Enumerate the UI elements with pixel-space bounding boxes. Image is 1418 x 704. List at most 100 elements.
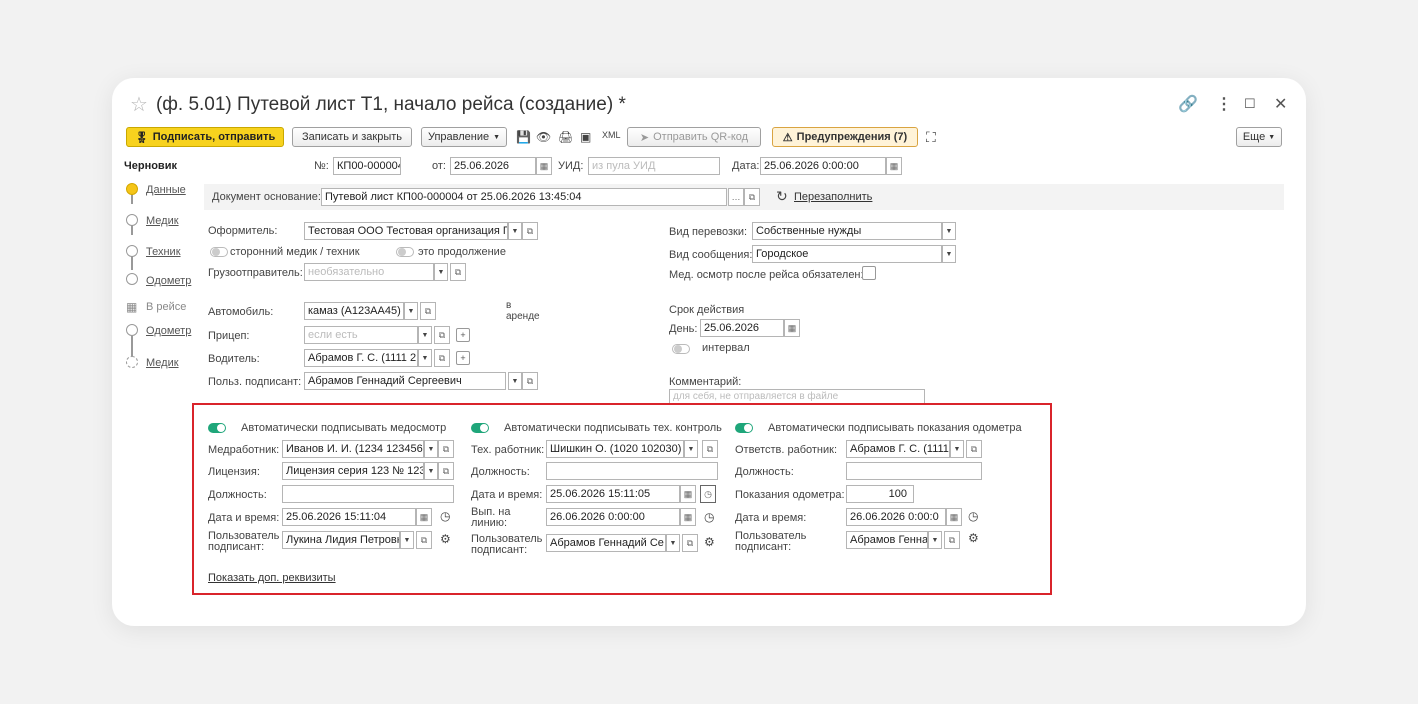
tech-datetime-field[interactable]: 25.06.2026 15:11:05 [546, 485, 680, 503]
chevron-down-icon[interactable]: ▼ [400, 531, 414, 549]
calendar-icon[interactable]: ▦ [416, 508, 432, 526]
management-button[interactable]: Управление ▼ [421, 127, 507, 147]
odo-worker-field[interactable]: Абрамов Г. С. (1111 [846, 440, 950, 458]
chevron-down-icon[interactable]: ▼ [508, 222, 522, 240]
print-icon[interactable]: 🖨 [558, 130, 573, 144]
more-vertical-icon[interactable]: ⋮ [1216, 94, 1232, 114]
calendar-icon[interactable]: ▦ [680, 508, 696, 526]
odo-position-field[interactable] [846, 462, 982, 480]
third-party-toggle[interactable] [210, 247, 228, 257]
medcheck-checkbox[interactable] [862, 266, 876, 280]
clock-icon[interactable]: ◷ [700, 485, 716, 503]
chevron-down-icon[interactable]: ▼ [666, 534, 680, 552]
chevron-down-icon[interactable]: ▼ [424, 462, 438, 480]
car-field[interactable]: камаз (А123АА45) [304, 302, 404, 320]
date-field[interactable]: 25.06.2026 0:00:00 [760, 157, 886, 175]
auto-sign-odometer-toggle[interactable] [735, 423, 753, 433]
chevron-down-icon[interactable]: ▼ [508, 372, 522, 390]
tech-worker-field[interactable]: Шишкин О. (1020 102030) [546, 440, 684, 458]
open-icon[interactable]: ⧉ [702, 440, 718, 458]
tech-position-field[interactable] [546, 462, 718, 480]
odo-reading-field[interactable]: 100 [846, 485, 914, 503]
trailer-field[interactable]: если есть [304, 326, 418, 344]
clock-icon[interactable]: ◷ [440, 509, 450, 523]
refill-link[interactable]: Перезаполнить [794, 191, 872, 203]
xml-icon[interactable]: XML [602, 130, 621, 140]
issuer-field[interactable]: Тестовая ООО Тестовая организация Г [304, 222, 508, 240]
gear-icon[interactable]: ⚙ [704, 535, 715, 549]
basis-field[interactable]: Путевой лист КП00-000004 от 25.06.2026 1… [321, 188, 727, 206]
clock-icon[interactable]: ◷ [968, 509, 978, 523]
odo-user-field[interactable]: Абрамов Генна [846, 531, 928, 549]
show-more-link[interactable]: Показать доп. реквизиты [208, 572, 336, 584]
tech-user-field[interactable]: Абрамов Геннадий Се [546, 534, 666, 552]
route-field[interactable]: Городское [752, 245, 942, 263]
warnings-button[interactable]: ⚠ Предупреждения (7) [772, 127, 918, 147]
shipper-field[interactable]: необязательно [304, 263, 434, 281]
med-position-field[interactable] [282, 485, 454, 503]
calendar-icon[interactable]: ▦ [536, 157, 552, 175]
step-odometer-2[interactable]: Одометр [146, 325, 191, 337]
gear-icon[interactable]: ⚙ [968, 531, 979, 545]
step-tech[interactable]: Техник [146, 246, 181, 258]
expand-icon[interactable]: ⛶ [926, 129, 936, 146]
open-icon[interactable]: ⧉ [944, 531, 960, 549]
calendar-icon[interactable]: ▦ [886, 157, 902, 175]
open-icon[interactable]: ⧉ [682, 534, 698, 552]
open-icon[interactable]: ⧉ [416, 531, 432, 549]
calendar-icon[interactable]: ▦ [680, 485, 696, 503]
driver-field[interactable]: Абрамов Г. С. (1111 2 [304, 349, 418, 367]
from-date-field[interactable]: 25.06.2026 [450, 157, 536, 175]
send-qr-button[interactable]: ➤ Отправить QR-код [627, 127, 761, 147]
med-user-field[interactable]: Лукина Лидия Петровн [282, 531, 400, 549]
day-field[interactable]: 25.06.2026 [700, 319, 784, 337]
save-close-button[interactable]: Записать и закрыть [292, 127, 412, 147]
open-icon[interactable]: ⧉ [522, 222, 538, 240]
calendar-icon[interactable]: ▦ [784, 319, 800, 337]
chevron-down-icon[interactable]: ▼ [404, 302, 418, 320]
chevron-down-icon[interactable]: ▼ [942, 222, 956, 240]
favorite-star-icon[interactable]: ☆ [130, 92, 148, 117]
interval-toggle[interactable] [672, 344, 690, 354]
more-button[interactable]: Еще ▼ [1236, 127, 1282, 147]
med-worker-field[interactable]: Иванов И. И. (1234 123456 [282, 440, 424, 458]
open-icon[interactable]: ⧉ [966, 440, 982, 458]
maximize-icon[interactable]: ☐ [1244, 96, 1256, 112]
continuation-toggle[interactable] [396, 247, 414, 257]
open-icon[interactable]: ⧉ [522, 372, 538, 390]
step-medic-2[interactable]: Медик [146, 357, 179, 369]
open-icon[interactable]: ⧉ [438, 440, 454, 458]
auto-sign-tech-toggle[interactable] [471, 423, 489, 433]
open-icon[interactable]: ⧉ [420, 302, 436, 320]
chevron-down-icon[interactable]: ▼ [418, 349, 432, 367]
chevron-down-icon[interactable]: ▼ [928, 531, 942, 549]
chevron-down-icon[interactable]: ▼ [418, 326, 432, 344]
save-icon[interactable]: 💾 [516, 130, 531, 144]
link-icon[interactable]: 🔗 [1178, 94, 1198, 114]
archive-icon[interactable]: ▣ [580, 130, 591, 144]
add-icon[interactable]: + [456, 351, 470, 365]
clock-icon[interactable]: ◷ [704, 510, 714, 524]
auto-sign-med-toggle[interactable] [208, 423, 226, 433]
select-button[interactable]: … [728, 188, 744, 206]
chevron-down-icon[interactable]: ▼ [434, 263, 448, 281]
eye-icon[interactable]: 👁 [536, 130, 551, 144]
calendar-icon[interactable]: ▦ [946, 508, 962, 526]
gear-icon[interactable]: ⚙ [440, 532, 451, 546]
open-icon[interactable]: ⧉ [744, 188, 760, 206]
transport-field[interactable]: Собственные нужды [752, 222, 942, 240]
step-data[interactable]: Данные [146, 184, 186, 196]
close-icon[interactable]: ✕ [1274, 94, 1287, 114]
med-datetime-field[interactable]: 25.06.2026 15:11:04 [282, 508, 416, 526]
chevron-down-icon[interactable]: ▼ [950, 440, 964, 458]
license-field[interactable]: Лицензия серия 123 № 123 [282, 462, 424, 480]
release-field[interactable]: 26.06.2026 0:00:00 [546, 508, 680, 526]
uid-field[interactable]: из пула УИД [588, 157, 720, 175]
odo-datetime-field[interactable]: 26.06.2026 0:00:0 [846, 508, 946, 526]
open-icon[interactable]: ⧉ [434, 349, 450, 367]
signer-field[interactable]: Абрамов Геннадий Сергеевич [304, 372, 506, 390]
step-odometer[interactable]: Одометр [146, 275, 191, 287]
step-medic[interactable]: Медик [146, 215, 179, 227]
chevron-down-icon[interactable]: ▼ [424, 440, 438, 458]
chevron-down-icon[interactable]: ▼ [684, 440, 698, 458]
